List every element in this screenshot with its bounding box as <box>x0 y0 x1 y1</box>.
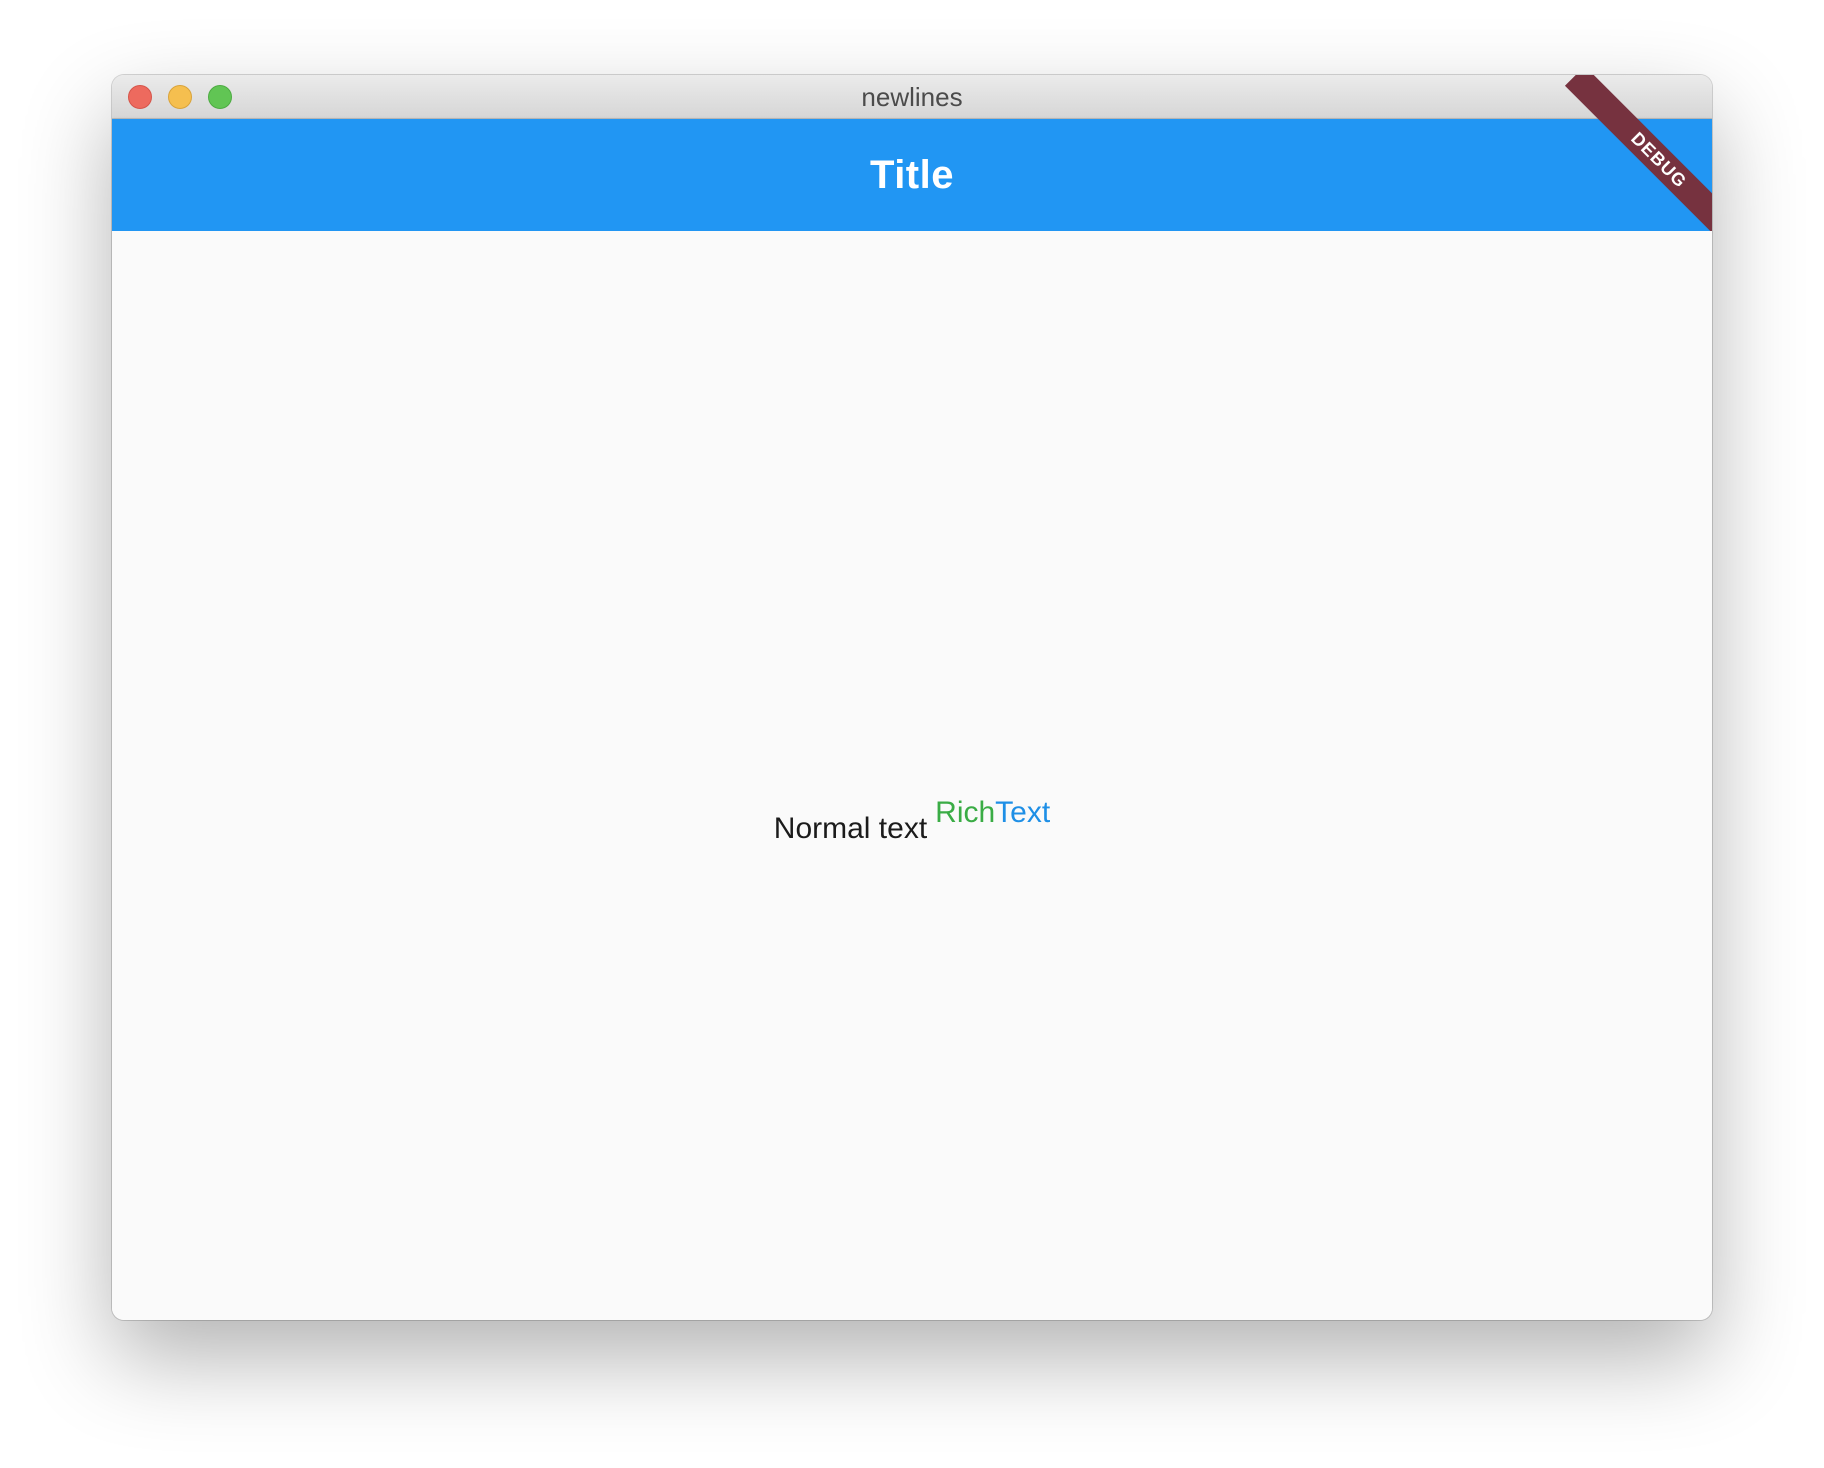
app-bar: Title DEBUG <box>112 75 1712 255</box>
page-title: Title <box>869 153 954 197</box>
text-row: Normal text RichText <box>112 796 1712 846</box>
window-title: newlines <box>861 82 963 112</box>
app-window: newlines Title DEBUG Normal text RichText <box>112 75 1712 1320</box>
rich-text-part-text: Text <box>995 796 1051 829</box>
normal-text: Normal text <box>773 812 928 845</box>
window-titlebar[interactable]: newlines <box>112 75 1712 119</box>
rich-text-part-rich: Rich <box>935 796 996 829</box>
main-content: Normal text RichText <box>112 231 1712 1320</box>
rich-text: RichText <box>935 796 1050 830</box>
